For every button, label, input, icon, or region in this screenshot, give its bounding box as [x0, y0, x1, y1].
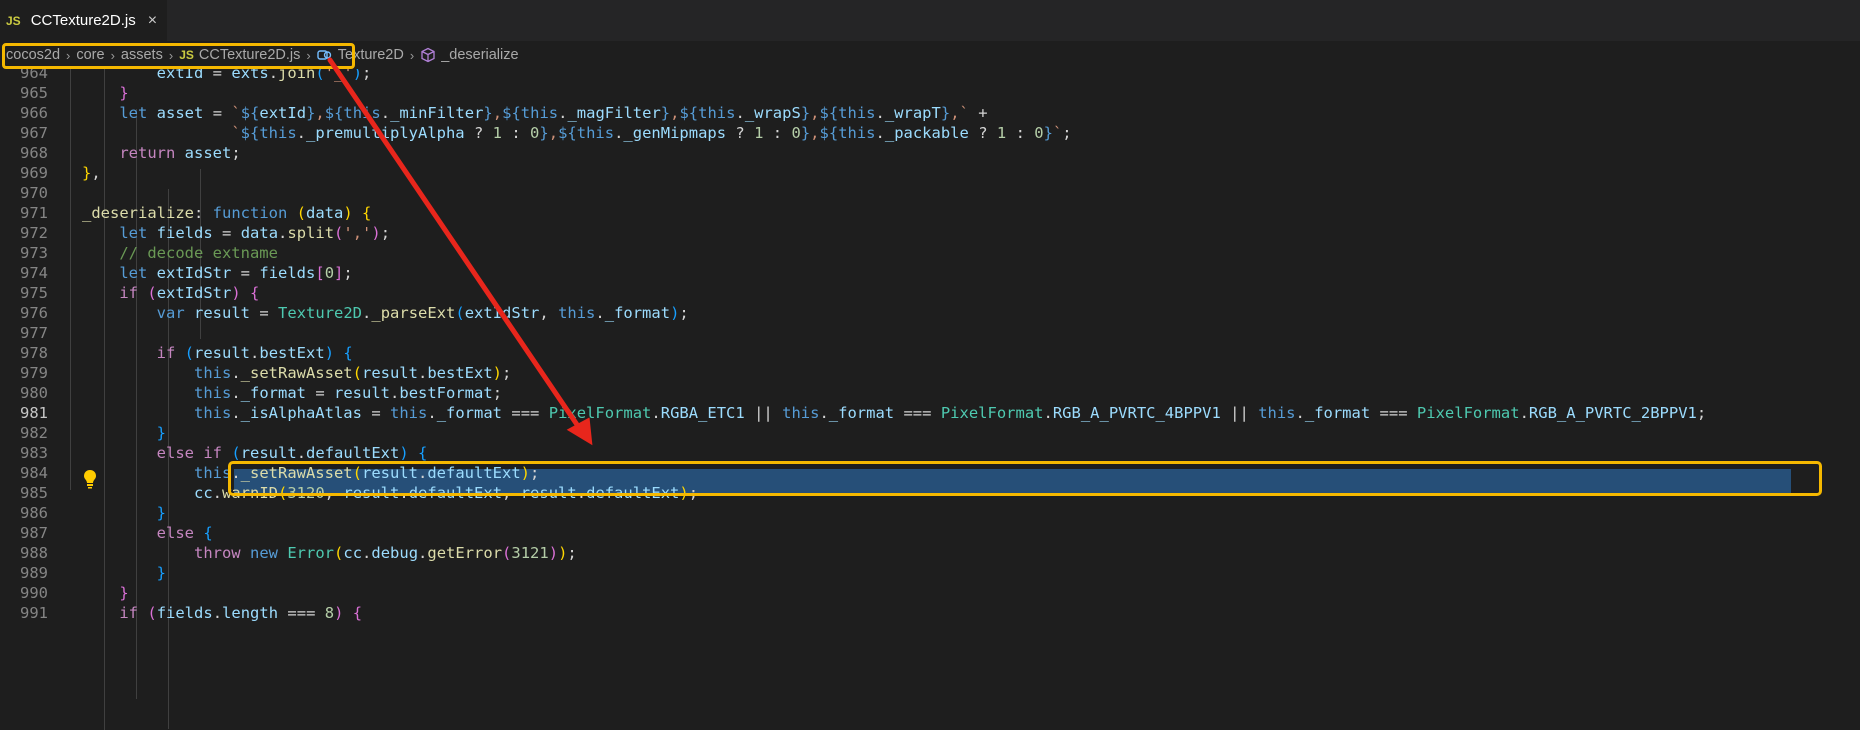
- annotation-arrow: [327, 57, 593, 446]
